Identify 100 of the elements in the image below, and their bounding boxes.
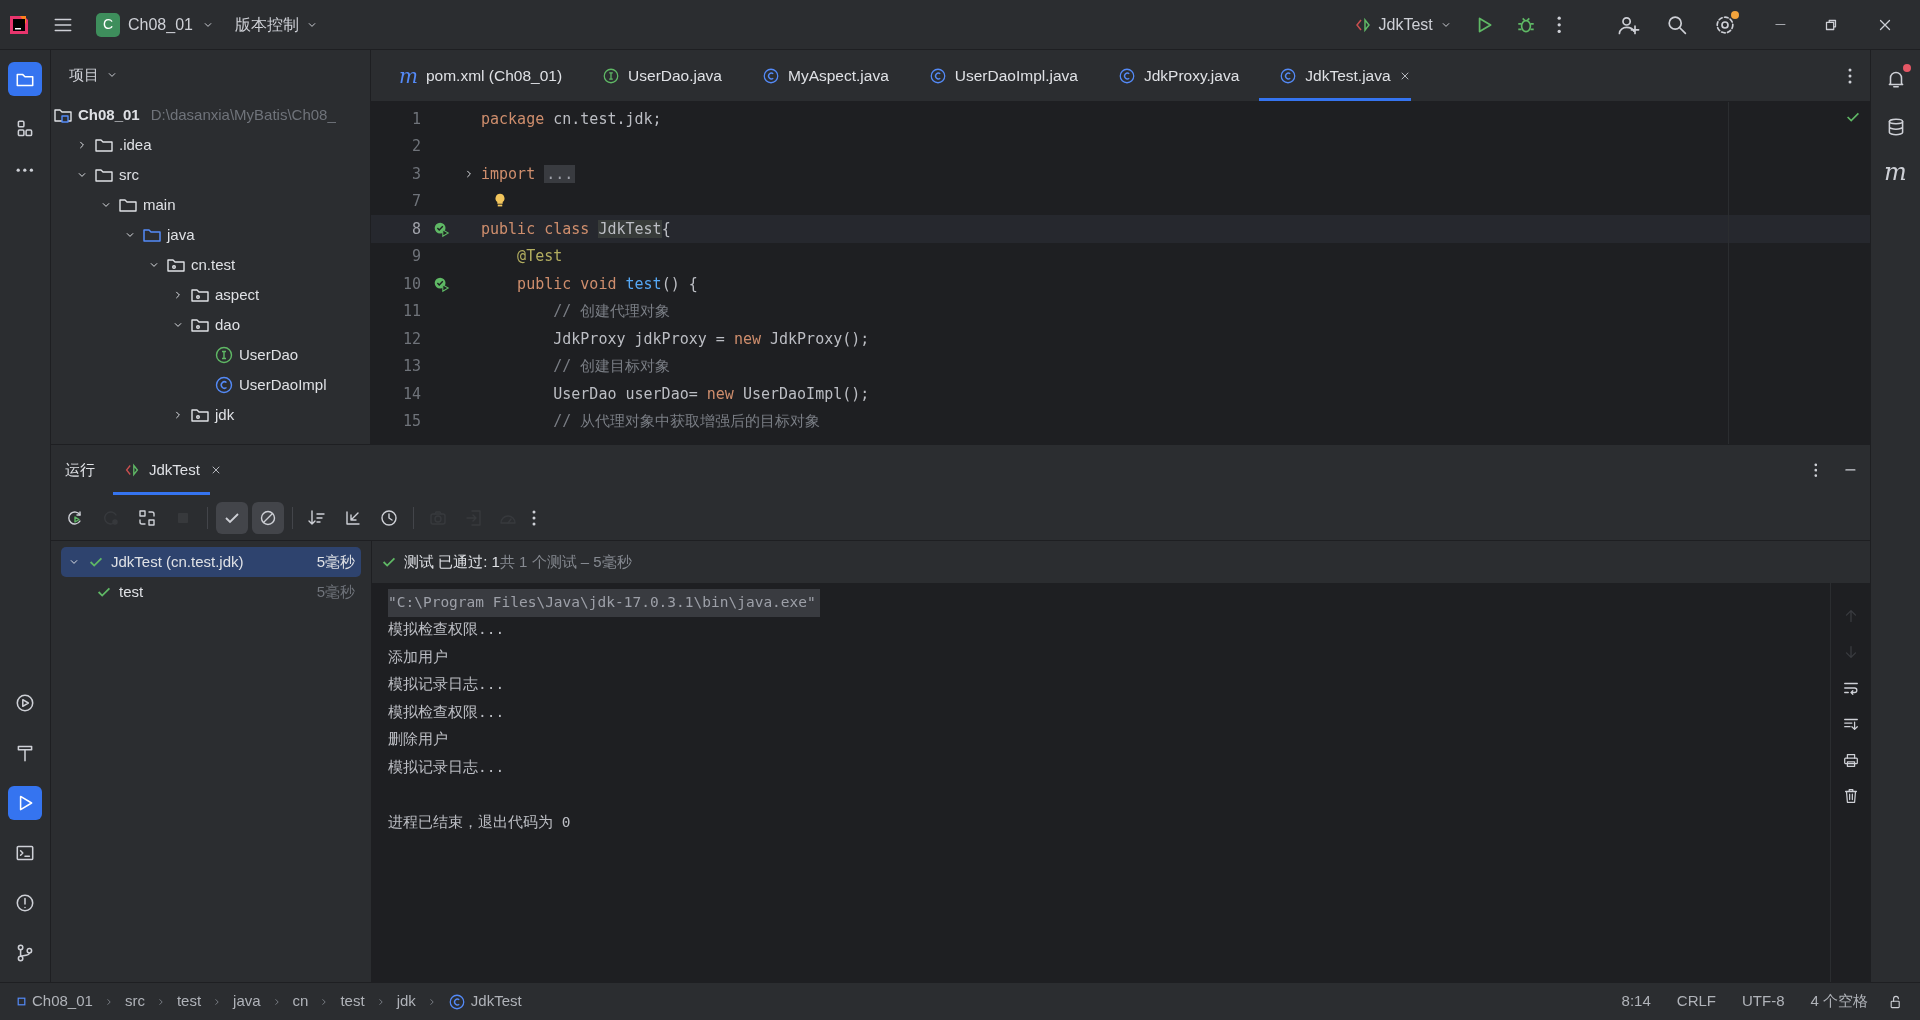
services-tool-icon — [14, 692, 36, 714]
line-number: 8 — [410, 218, 421, 240]
show-ignored-button[interactable] — [252, 501, 284, 534]
test-duration: 5毫秒 — [316, 551, 355, 572]
more-icon — [16, 168, 34, 173]
show-passed-button[interactable] — [216, 501, 248, 534]
test-status: 测试 已通过: 1 — [404, 551, 500, 572]
run-config-name: JdkTest — [1378, 14, 1433, 35]
tree-item-label[interactable]: UserDao — [239, 343, 299, 367]
panel-title: 运行 — [65, 459, 95, 480]
indent-setting[interactable]: 4 个空格 — [1800, 990, 1878, 1013]
tree-item-label[interactable]: Ch08_01 — [78, 103, 140, 127]
more-icon — [1813, 462, 1818, 478]
breadcrumb-label: JdkTest — [470, 991, 522, 1012]
tree-item-label[interactable]: main — [143, 193, 176, 217]
console-line: 模拟检查权限... — [388, 620, 505, 640]
editor-tab[interactable]: m pom.xml (Ch08_01) — [379, 50, 583, 101]
breadcrumb-label: src — [124, 991, 145, 1012]
caret-position[interactable]: 8:14 — [1611, 990, 1661, 1013]
project-view-selector[interactable]: 项目 — [65, 59, 123, 91]
interface-icon — [602, 66, 621, 85]
line-number: 14 — [401, 383, 421, 405]
tab-label: UserDaoImpl.java — [954, 65, 1078, 86]
line-number: 2 — [410, 136, 421, 157]
line-number: 11 — [401, 301, 421, 322]
console-line: 进程已结束，退出代码为 0 — [388, 812, 571, 832]
line-number: 3 — [410, 163, 421, 185]
class-icon — [928, 66, 947, 85]
more-icon — [1848, 67, 1852, 84]
tree-item-label[interactable]: UserDaoImpl — [239, 373, 327, 397]
run-config-icon — [123, 461, 141, 479]
tab-label: MyAspect.java — [788, 65, 889, 86]
project-name: Ch08_01 — [128, 14, 193, 35]
code-line: public class JdkTest{ — [481, 218, 671, 240]
print-icon — [1841, 751, 1860, 769]
breadcrumb[interactable]: Ch08_01 — [12, 986, 97, 1017]
breadcrumb[interactable]: jdk — [392, 986, 420, 1017]
editor-tab[interactable]: JdkProxy.java — [1097, 50, 1260, 101]
module-path: D:\dasanxia\MyBatis\Ch08_ — [150, 104, 336, 125]
code-line: JdkProxy jdkProxy = new JdkProxy(); — [552, 328, 870, 350]
breadcrumb-label: cn — [292, 991, 309, 1012]
project-tool-button[interactable] — [8, 62, 42, 96]
test-name: test — [119, 581, 145, 602]
interface-icon — [214, 345, 234, 365]
run-config-selector[interactable]: JdkTest — [1348, 8, 1457, 41]
console-line: 删除用户 — [388, 730, 448, 750]
run-tab[interactable]: JdkTest — [113, 445, 210, 495]
code-line: package cn.test.jdk; — [481, 108, 662, 130]
line-number: 15 — [401, 411, 421, 432]
console-line: 模拟检查权限... — [388, 702, 505, 722]
project-selector[interactable]: C Ch08_01 — [92, 8, 219, 41]
code-line: public void test() { — [516, 273, 698, 295]
line-number: 9 — [410, 246, 421, 267]
line-number: 7 — [410, 191, 421, 212]
class-icon — [1117, 66, 1136, 85]
tree-item-label[interactable]: .idea — [119, 133, 152, 157]
project-badge: C — [96, 12, 120, 37]
line-number: 13 — [401, 356, 421, 377]
breadcrumb[interactable]: src — [120, 986, 149, 1017]
editor-tab[interactable]: JdkTest.java — [1259, 50, 1411, 101]
module-icon — [16, 996, 27, 1007]
editor-tab[interactable]: UserDaoImpl.java — [908, 50, 1098, 101]
problems-tool-icon — [14, 892, 36, 914]
tree-item-label[interactable]: dao — [215, 313, 241, 337]
tree-item-label[interactable]: aspect — [215, 283, 260, 307]
console-line: 添加用户 — [388, 647, 448, 667]
code-line: @Test — [516, 246, 563, 267]
class-icon — [447, 992, 466, 1011]
file-encoding[interactable]: UTF-8 — [1732, 990, 1795, 1013]
code-line: // 创建代理对象 — [552, 301, 671, 322]
class-icon — [1279, 66, 1298, 85]
tab-label: JdkTest.java — [1305, 65, 1391, 86]
code-line: // 创建目标对象 — [552, 356, 671, 377]
line-number: 1 — [410, 108, 421, 130]
more-icon — [1556, 15, 1562, 34]
code-line: import ... — [481, 163, 576, 185]
line-separator[interactable]: CRLF — [1666, 990, 1726, 1013]
panel-title: 项目 — [69, 64, 99, 85]
test-tree-item[interactable]: test 5毫秒 — [61, 577, 361, 607]
tree-item-label[interactable]: java — [167, 223, 195, 247]
tree-item-label[interactable]: jdk — [215, 403, 235, 427]
console-line: 模拟记录日志... — [388, 675, 505, 695]
code-line: UserDao userDao= new UserDaoImpl(); — [552, 383, 870, 405]
maven-tool-button[interactable]: m — [1878, 158, 1913, 186]
breadcrumb-label: jdk — [396, 991, 416, 1012]
test-tree-item[interactable]: JdkTest (cn.test.jdk) 5毫秒 — [61, 547, 361, 577]
maven-file-icon: m — [399, 65, 418, 86]
console-line: 模拟记录日志... — [388, 757, 505, 777]
tree-item-label[interactable]: src — [119, 163, 139, 187]
code-line: // 从代理对象中获取增强后的目标对象 — [552, 411, 821, 432]
line-number: 12 — [401, 328, 421, 350]
tree-item-label[interactable]: cn.test — [191, 253, 236, 277]
run-tool-button[interactable] — [8, 786, 42, 820]
breadcrumb[interactable]: JdkTest — [443, 986, 526, 1017]
tab-label: JdkProxy.java — [1143, 65, 1240, 86]
editor-tab[interactable]: MyAspect.java — [742, 50, 909, 101]
breadcrumb[interactable]: cn — [288, 986, 313, 1017]
editor-tab[interactable]: UserDao.java — [582, 50, 742, 101]
vcs-menu[interactable]: 版本控制 — [230, 8, 323, 41]
tab-label: pom.xml (Ch08_01) — [425, 65, 563, 86]
